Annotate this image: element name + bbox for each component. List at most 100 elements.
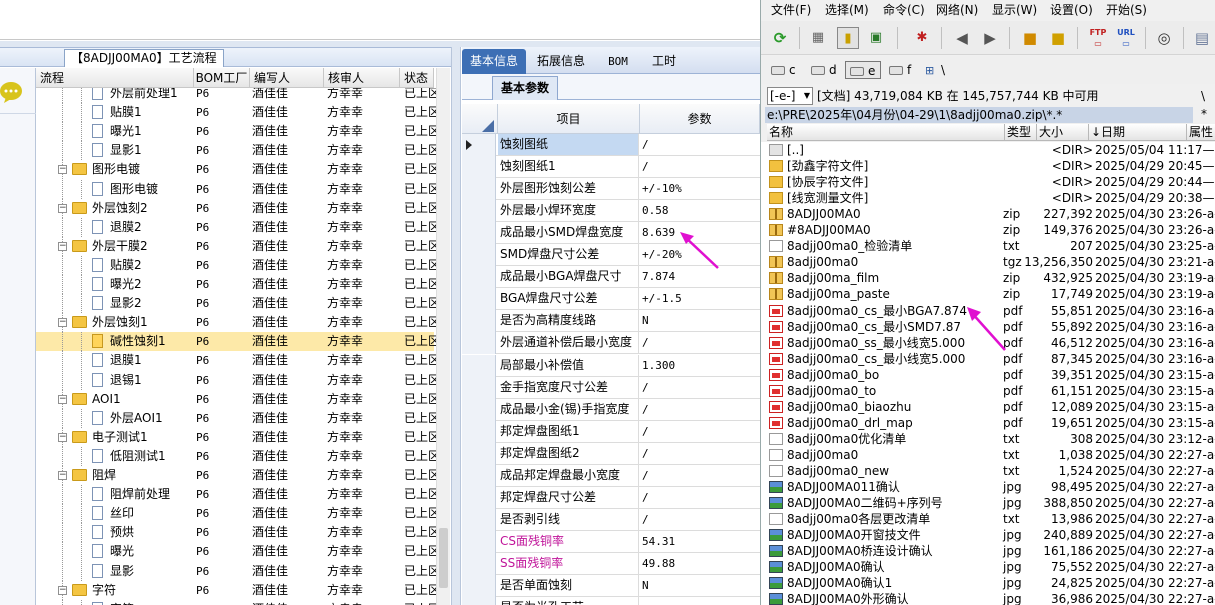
drive-select[interactable]: [-e-] ▼ xyxy=(767,87,813,105)
file-row[interactable]: 8adjj00ma0各层更改清单 txt 13,986 2025/04/30 22:2… xyxy=(767,511,1215,527)
param-value[interactable]: / xyxy=(640,134,758,155)
param-row[interactable]: 蚀刻图纸1/ xyxy=(462,156,760,179)
menu-network[interactable]: 网络(N) xyxy=(936,0,978,20)
row-header[interactable] xyxy=(462,288,496,311)
menu-command[interactable]: 命令(C) xyxy=(883,0,925,20)
drive-c-button[interactable]: c xyxy=(767,61,807,79)
param-row[interactable]: 邦定焊盘图纸1/ xyxy=(462,420,760,443)
row-header[interactable] xyxy=(462,486,496,509)
row-header[interactable] xyxy=(462,332,496,355)
param-row[interactable]: 是否剥引线 / xyxy=(462,508,760,531)
col-header-process[interactable]: 流程 xyxy=(36,68,194,88)
param-row[interactable]: 金手指宽度尺寸公差 / xyxy=(462,376,760,399)
param-row[interactable]: 是否为高精度线路 N xyxy=(462,310,760,333)
binoculars-icon[interactable]: ◎ xyxy=(1153,27,1175,49)
select-star-icon[interactable]: ✱ xyxy=(911,27,933,49)
thumbnail-view-icon[interactable]: ▦ xyxy=(807,27,829,49)
param-value[interactable]: / xyxy=(640,487,758,508)
calculator-icon[interactable]: ▤ xyxy=(1191,27,1213,49)
param-row[interactable]: SS面残铜率 49.88 xyxy=(462,552,760,575)
col-header-attr[interactable]: 属性 xyxy=(1187,124,1215,141)
row-header[interactable] xyxy=(462,552,496,575)
file-row[interactable]: 8adjj00ma0_检验清单 txt 207 2025/04/30 23:25-a- xyxy=(767,238,1215,254)
subtab-basic-params[interactable]: 基本参数 xyxy=(492,76,559,100)
col-header-status[interactable]: 状态 xyxy=(400,68,434,88)
menu-view[interactable]: 显示(W) xyxy=(992,0,1037,20)
row-header[interactable] xyxy=(462,266,496,289)
menu-file[interactable]: 文件(F) xyxy=(771,0,811,20)
param-row[interactable]: 蚀刻图纸 / xyxy=(462,134,760,156)
col-header-type[interactable]: 类型 xyxy=(1005,124,1037,141)
param-row[interactable]: 外层最小焊环宽度 0.58 xyxy=(462,200,760,223)
menu-start[interactable]: 开始(S) xyxy=(1106,0,1147,20)
tab-bom[interactable]: BOM xyxy=(596,49,640,74)
param-row[interactable]: 外层通道补偿后最小宽度 / xyxy=(462,332,760,355)
param-value[interactable]: / xyxy=(640,399,758,420)
file-row[interactable]: [线宽测量文件] <DIR> 2025/04/29 20:38— xyxy=(767,190,1215,206)
file-row[interactable]: 8adjj00ma0优化清单 txt 308 2025/04/30 23:12-a- xyxy=(767,431,1215,447)
file-row[interactable]: 8ADJJ00MA0确认1 jpg 24,825 2025/04/30 22:27-a… xyxy=(767,575,1215,591)
file-row[interactable]: 8ADJJ00MA0外形确认 jpg 36,986 2025/04/30 22:27-… xyxy=(767,591,1215,605)
file-row[interactable]: 8adjj00ma0 txt 1,038 2025/04/30 22:27-a- xyxy=(767,447,1215,463)
col-header-name[interactable]: 名称 xyxy=(767,124,1005,141)
row-header[interactable] xyxy=(462,244,496,267)
file-row[interactable]: #8ADJJ00MA0 zip 149,376 2025/04/30 23:26-a- xyxy=(767,222,1215,238)
param-value[interactable]: N xyxy=(640,575,758,596)
row-header[interactable] xyxy=(462,508,496,531)
url-icon[interactable]: URL ▭ xyxy=(1115,27,1137,49)
row-header[interactable] xyxy=(462,376,496,399)
image-view-icon[interactable]: ▣ xyxy=(865,27,887,49)
row-header[interactable] xyxy=(462,222,496,245)
file-row[interactable]: 8adjj00ma0_to pdf 61,151 2025/04/30 23:15-a… xyxy=(767,383,1215,399)
col-header-item[interactable]: 项目 xyxy=(498,104,640,134)
row-header[interactable] xyxy=(462,156,496,179)
row-header[interactable] xyxy=(462,575,496,597)
tree-step-row[interactable]: 贴膜1 P6 酒佳佳 方幸幸 已上区 xyxy=(36,103,436,123)
param-value[interactable]: / xyxy=(640,465,758,486)
unpack-icon[interactable]: ■ xyxy=(1047,27,1069,49)
drive-f-button[interactable]: f xyxy=(885,61,925,79)
file-row[interactable]: 8ADJJ00MA011确认 jpg 98,495 2025/04/30 22:27-… xyxy=(767,479,1215,495)
file-row[interactable]: 8adjj00ma0_new txt 1,524 2025/04/30 22:27-a… xyxy=(767,463,1215,479)
param-row[interactable]: 成品邦定焊盘最小宽度 / xyxy=(462,464,760,487)
param-row[interactable]: 是否单面蚀刻 N xyxy=(462,575,760,597)
root-slash[interactable]: \ xyxy=(1201,86,1205,106)
back-arrow-icon[interactable]: ◀ xyxy=(951,27,973,49)
row-header[interactable] xyxy=(462,178,496,201)
param-value[interactable]: 0.58 xyxy=(640,200,758,221)
col-header-param[interactable]: 参数 xyxy=(640,104,760,134)
param-row[interactable]: 是否为半孔工艺 xyxy=(462,597,760,605)
refresh-icon[interactable]: ⟳ xyxy=(769,27,791,49)
file-row[interactable]: 8adjj00ma0_biaozhu pdf 12,089 2025/04/30 23… xyxy=(767,399,1215,415)
param-value[interactable]: / xyxy=(640,443,758,464)
param-value[interactable]: 1.300 xyxy=(640,355,758,376)
file-row[interactable]: 8adjj00ma0 tgz 13,256,350 2025/04/30 23:21-… xyxy=(767,254,1215,270)
param-value[interactable]: +/-1.5 xyxy=(640,288,758,309)
param-row[interactable]: 成品最小金(锡)手指宽度 / xyxy=(462,398,760,421)
param-value[interactable]: / xyxy=(640,509,758,530)
drive-d-button[interactable]: d xyxy=(807,61,847,79)
row-header[interactable] xyxy=(462,597,496,605)
row-header[interactable] xyxy=(462,354,496,377)
file-row[interactable]: 8adjj00ma_paste zip 17,749 2025/04/30 23:19… xyxy=(767,286,1215,302)
col-header-reviewer[interactable]: 核审人 xyxy=(324,68,400,88)
file-row[interactable]: 8ADJJ00MA0桥连设计确认 jpg 161,186 2025/04/30 22:… xyxy=(767,543,1215,559)
menu-select[interactable]: 选择(M) xyxy=(825,0,869,20)
file-row[interactable]: 8ADJJ00MA0二维码+序列号 jpg 388,850 2025/04/30 22… xyxy=(767,495,1215,511)
row-header[interactable] xyxy=(462,464,496,487)
param-row[interactable]: BGA焊盘尺寸公差 +/-1.5 xyxy=(462,288,760,311)
file-row[interactable]: 8ADJJ00MA0确认 jpg 75,552 2025/04/30 22:27-a- xyxy=(767,559,1215,575)
row-header[interactable] xyxy=(462,420,496,443)
col-header-bom[interactable]: BOM工厂 xyxy=(194,68,250,88)
forward-arrow-icon[interactable]: ▶ xyxy=(979,27,1001,49)
file-row[interactable]: [协辰字符文件] <DIR> 2025/04/29 20:44— xyxy=(767,174,1215,190)
param-value[interactable]: / xyxy=(640,421,758,442)
col-header-author[interactable]: 编写人 xyxy=(250,68,324,88)
param-row[interactable]: 邦定焊盘图纸2/ xyxy=(462,442,760,465)
param-value[interactable]: N xyxy=(640,310,758,331)
param-value[interactable]: / xyxy=(640,332,758,353)
param-value[interactable]: 54.31 xyxy=(640,531,758,552)
brief-view-icon[interactable]: ▮ xyxy=(837,27,859,49)
param-value[interactable]: / xyxy=(640,377,758,398)
tab-basic-info[interactable]: 基本信息 xyxy=(462,49,526,74)
